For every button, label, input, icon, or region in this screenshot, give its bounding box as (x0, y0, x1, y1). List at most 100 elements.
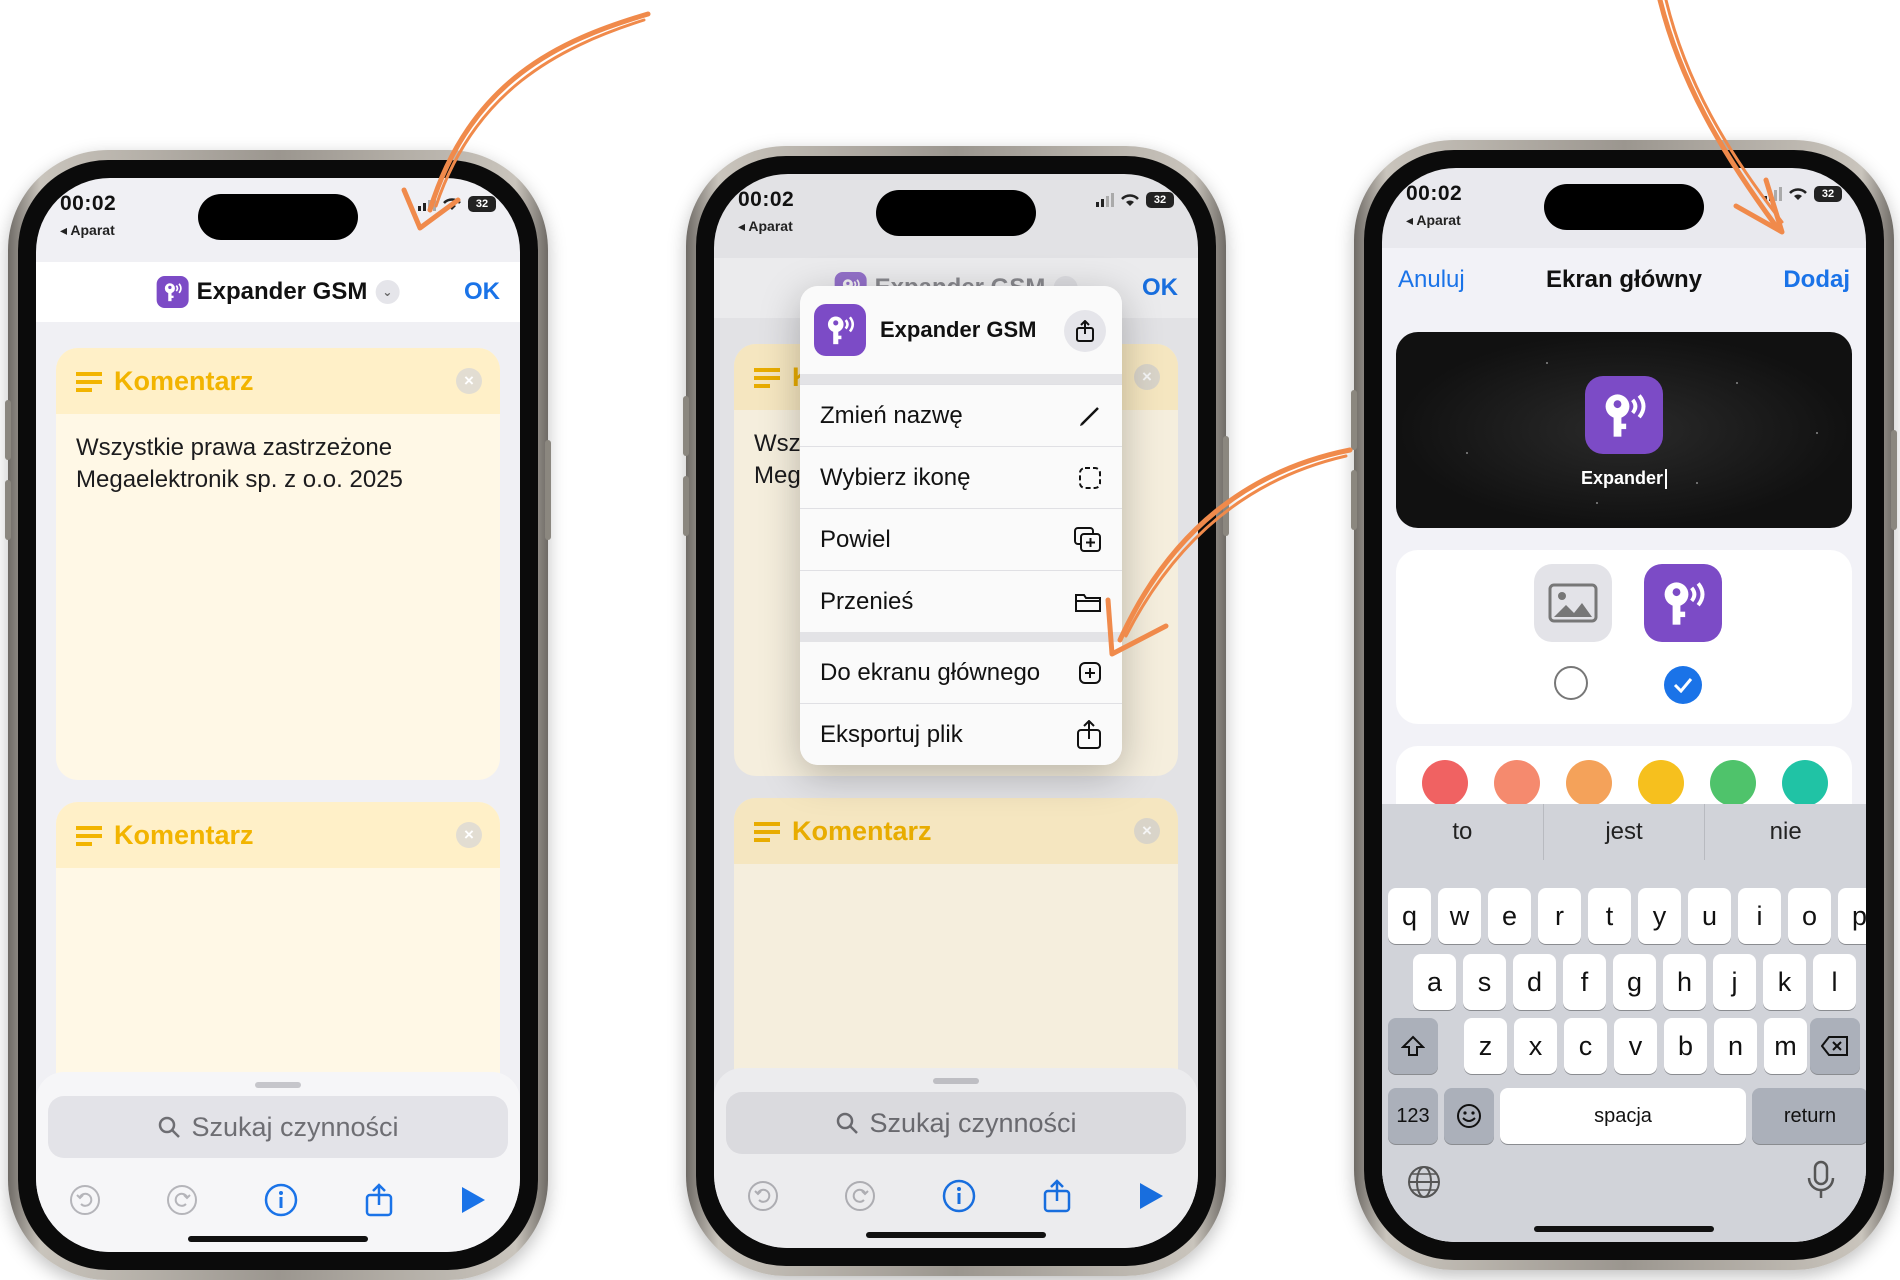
shift-key[interactable] (1388, 1018, 1438, 1074)
photo-icon (1548, 583, 1598, 623)
suggestion[interactable]: jest (1544, 804, 1706, 860)
star-dot (1466, 452, 1468, 454)
chevron-down-icon[interactable]: ⌄ (375, 280, 400, 304)
text-lines-icon (76, 826, 102, 846)
key-signal-icon[interactable] (1644, 564, 1722, 642)
actions-bottom-sheet: Szukaj czynności (36, 1072, 520, 1252)
battery-icon: 32 (1146, 192, 1174, 208)
wifi-icon (443, 198, 461, 210)
emoji-icon (1457, 1104, 1481, 1128)
suggestion-bar: to jest nie (1382, 804, 1866, 860)
play-icon[interactable] (459, 1185, 487, 1215)
key-signal-icon (1585, 376, 1663, 454)
key-m[interactable]: m (1764, 1018, 1807, 1074)
checkmark-icon[interactable] (1664, 666, 1702, 704)
key-w[interactable]: w (1438, 888, 1481, 944)
color-swatch[interactable] (1710, 760, 1756, 806)
key-l[interactable]: l (1813, 954, 1856, 1010)
suggestion[interactable]: to (1382, 804, 1544, 860)
key-c[interactable]: c (1564, 1018, 1607, 1074)
menu-item-choose-icon[interactable]: Wybierz ikonę (800, 446, 1122, 508)
key-i[interactable]: i (1738, 888, 1781, 944)
color-swatch[interactable] (1638, 760, 1684, 806)
menu-item-move[interactable]: Przenieś (800, 570, 1122, 632)
menu-item-export-file[interactable]: Eksportuj plik (800, 703, 1122, 765)
ok-button[interactable]: OK (464, 278, 500, 306)
remove-action-icon[interactable]: × (456, 368, 482, 394)
key-t[interactable]: t (1588, 888, 1631, 944)
share-icon[interactable] (364, 1183, 394, 1217)
key-y[interactable]: y (1638, 888, 1681, 944)
menu-item-label: Powiel (820, 525, 891, 553)
menu-item-duplicate[interactable]: Powiel (800, 508, 1122, 570)
icon-source-picker (1396, 550, 1852, 724)
emoji-key[interactable] (1444, 1088, 1494, 1144)
duplicate-icon (1074, 526, 1101, 552)
status-icons: 32 (1764, 186, 1842, 202)
text-cursor (1665, 469, 1668, 490)
info-icon[interactable] (264, 1183, 298, 1217)
key-u[interactable]: u (1688, 888, 1731, 944)
comment-card-2[interactable]: Komentarz × (56, 802, 500, 1102)
undo-icon[interactable] (69, 1184, 101, 1216)
key-r[interactable]: r (1538, 888, 1581, 944)
volume-button (5, 480, 11, 540)
photo-option[interactable] (1534, 564, 1612, 642)
sheet-nav-bar: Anuluj Ekran główny Dodaj (1382, 248, 1866, 314)
key-a[interactable]: a (1413, 954, 1456, 1010)
microphone-icon[interactable] (1806, 1160, 1836, 1200)
key-h[interactable]: h (1663, 954, 1706, 1010)
photo-option-radio[interactable] (1554, 666, 1588, 700)
color-swatch[interactable] (1494, 760, 1540, 806)
key-k[interactable]: k (1763, 954, 1806, 1010)
search-actions-field[interactable]: Szukaj czynności (48, 1096, 508, 1158)
backspace-icon (1821, 1036, 1848, 1056)
numbers-key[interactable]: 123 (1388, 1088, 1438, 1144)
comment-text[interactable]: Wszystkie prawa zastrzeżone Megaelektron… (56, 414, 500, 514)
home-icon-name-input[interactable]: Expander (1396, 468, 1852, 490)
sheet-grabber[interactable] (255, 1082, 301, 1088)
key-z[interactable]: z (1464, 1018, 1507, 1074)
key-v[interactable]: v (1614, 1018, 1657, 1074)
comment-card-1[interactable]: Komentarz × Wszystkie prawa zastrzeżone … (56, 348, 500, 780)
color-swatch[interactable] (1566, 760, 1612, 806)
key-b[interactable]: b (1664, 1018, 1707, 1074)
power-button (545, 440, 551, 540)
shortcut-title[interactable]: Expander GSM ⌄ (156, 276, 400, 308)
home-icon-name: Expander (1580, 468, 1664, 488)
key-f[interactable]: f (1563, 954, 1606, 1010)
suggestion[interactable]: nie (1705, 804, 1866, 860)
search-placeholder: Szukaj czynności (191, 1111, 399, 1142)
key-x[interactable]: x (1514, 1018, 1557, 1074)
back-to-app[interactable]: ◂ Aparat (738, 218, 793, 235)
key-j[interactable]: j (1713, 954, 1756, 1010)
menu-item-rename[interactable]: Zmień nazwę (800, 384, 1122, 446)
globe-icon[interactable] (1406, 1164, 1442, 1200)
add-button[interactable]: Dodaj (1783, 266, 1850, 294)
menu-item-add-to-home[interactable]: Do ekranu głównego (800, 642, 1122, 703)
back-to-app[interactable]: ◂ Aparat (1406, 212, 1461, 229)
key-g[interactable]: g (1613, 954, 1656, 1010)
phone-bezel: 00:02 ◂ Aparat 32 Expander GSM ⌄ OK (18, 160, 538, 1270)
return-key[interactable]: return (1752, 1088, 1866, 1144)
add-to-home-sheet: Anuluj Ekran główny Dodaj Expander to je… (1382, 248, 1866, 1242)
battery-icon: 32 (1814, 186, 1842, 202)
key-o[interactable]: o (1788, 888, 1831, 944)
redo-icon[interactable] (166, 1184, 198, 1216)
key-p[interactable]: p (1838, 888, 1866, 944)
space-key[interactable]: spacja (1500, 1088, 1746, 1144)
back-to-app[interactable]: ◂ Aparat (60, 222, 115, 239)
key-s[interactable]: s (1463, 954, 1506, 1010)
key-q[interactable]: q (1388, 888, 1431, 944)
battery-icon: 32 (468, 196, 496, 212)
remove-action-icon[interactable]: × (456, 822, 482, 848)
share-icon[interactable] (1064, 310, 1106, 352)
backspace-key[interactable] (1810, 1018, 1860, 1074)
key-n[interactable]: n (1714, 1018, 1757, 1074)
color-swatch[interactable] (1782, 760, 1828, 806)
key-d[interactable]: d (1513, 954, 1556, 1010)
key-e[interactable]: e (1488, 888, 1531, 944)
star-dot (1596, 502, 1598, 504)
wifi-icon (1789, 188, 1807, 200)
color-swatch[interactable] (1422, 760, 1468, 806)
